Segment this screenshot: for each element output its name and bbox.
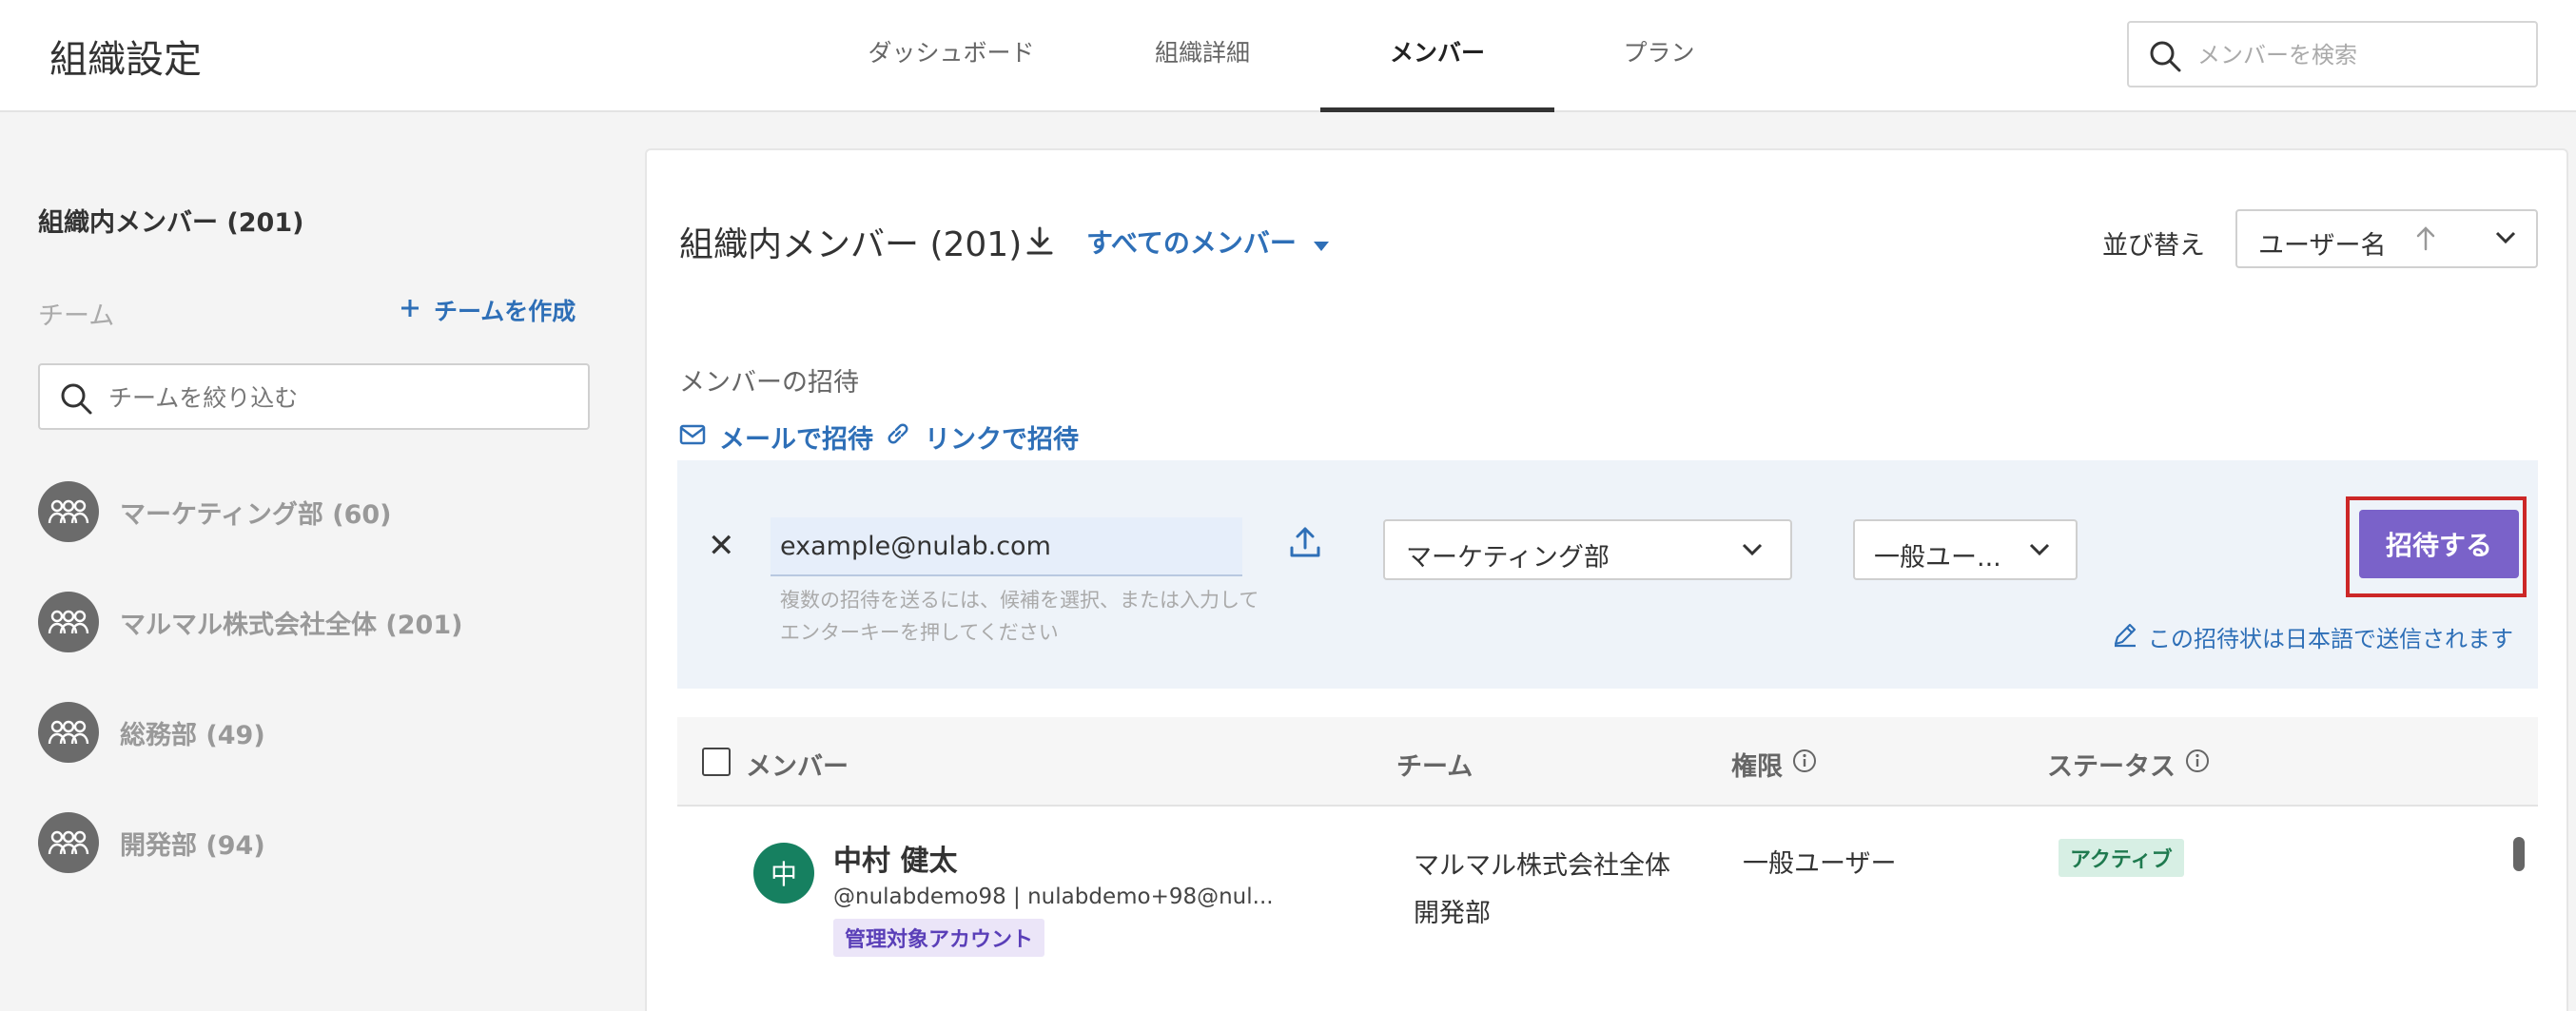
scrollbar-thumb[interactable] xyxy=(2513,837,2525,871)
team-name: マーケティング部 (60) xyxy=(120,499,392,530)
table-row[interactable]: 中 中村 健太 @nulabdemo98 | nulabdemo+98@nul.… xyxy=(677,808,2504,1011)
team-name: マルマル株式会社全体 (201) xyxy=(120,610,463,640)
invite-team-value: マーケティング部 xyxy=(1406,543,1610,573)
invite-section-heading: メンバーの招待 xyxy=(679,368,859,398)
sidebar-team-general-affairs[interactable]: 総務部 (49) xyxy=(38,702,265,763)
team-name: 開発部 (94) xyxy=(120,830,265,861)
invite-language-label: この招待状は日本語で送信されます xyxy=(2148,626,2513,652)
invite-team-select[interactable]: マーケティング部 xyxy=(1383,519,1792,580)
members-title: 組織内メンバー (201) xyxy=(679,225,1023,264)
members-table-header: メンバー チーム 権限 ステータス xyxy=(677,717,2538,807)
plus-icon xyxy=(400,297,420,324)
pencil-icon xyxy=(2112,621,2138,653)
invite-by-email-label: メールで招待 xyxy=(719,425,873,455)
sidebar: 組織内メンバー (201) チーム チームを作成 マーケティング部 (60) マ… xyxy=(0,114,628,1011)
invite-language-note[interactable]: この招待状は日本語で送信されます xyxy=(2112,620,2513,653)
upload-icon[interactable] xyxy=(1288,525,1322,563)
member-username-email: @nulabdemo98 | nulabdemo+98@nul... xyxy=(833,885,1274,909)
sidebar-team-development[interactable]: 開発部 (94) xyxy=(38,812,265,873)
info-icon[interactable] xyxy=(2185,749,2210,780)
sort-select[interactable]: ユーザー名 xyxy=(2235,209,2538,268)
chevron-down-icon xyxy=(1741,542,1764,561)
members-card: 組織内メンバー (201) すべてのメンバー 並び替え ユーザー名 メンバーの招… xyxy=(645,148,2568,1011)
tab-dashboard[interactable]: ダッシュボード xyxy=(818,0,1084,112)
link-icon xyxy=(885,420,911,454)
column-header-status[interactable]: ステータス xyxy=(2047,746,2210,783)
member-teams: マルマル株式会社全体 開発部 xyxy=(1414,843,1670,938)
tab-plan[interactable]: プラン xyxy=(1554,0,1764,112)
invite-form-panel: ✕ 複数の招待を送るには、候補を選択、または入力してエンターキーを押してください… xyxy=(677,460,2538,689)
team-filter-input[interactable] xyxy=(108,379,565,417)
table-scrollbar[interactable] xyxy=(2508,808,2527,1011)
column-header-team[interactable]: チーム xyxy=(1396,746,1473,783)
main-tabs: ダッシュボード 組織詳細 メンバー プラン xyxy=(818,0,1764,112)
member-filter-dropdown[interactable]: すべてのメンバー xyxy=(1086,223,1329,261)
tab-members[interactable]: メンバー xyxy=(1320,0,1554,112)
column-header-member[interactable]: メンバー xyxy=(746,746,849,783)
search-icon xyxy=(59,381,93,419)
top-header: 組織設定 ダッシュボード 組織詳細 メンバー プラン xyxy=(0,0,2576,112)
info-icon[interactable] xyxy=(1792,749,1817,780)
invite-email-hint: 複数の招待を送るには、候補を選択、または入力してエンターキーを押してください xyxy=(780,589,1259,644)
member-search-box[interactable] xyxy=(2127,21,2538,87)
arrow-up-icon xyxy=(2414,224,2437,257)
member-search-input[interactable] xyxy=(2197,36,2521,74)
team-filter-box[interactable] xyxy=(38,363,590,430)
column-header-team-label: チーム xyxy=(1396,752,1473,782)
sidebar-team-marketing[interactable]: マーケティング部 (60) xyxy=(38,481,392,542)
column-header-role[interactable]: 権限 xyxy=(1731,746,1817,783)
invite-by-link-label: リンクで招待 xyxy=(925,425,1079,455)
team-group-icon xyxy=(38,592,99,652)
sidebar-team-company-wide[interactable]: マルマル株式会社全体 (201) xyxy=(38,592,462,652)
member-name: 中村 健太 xyxy=(833,845,958,878)
invite-email-input[interactable] xyxy=(771,517,1242,576)
caret-down-icon xyxy=(1313,226,1329,258)
sort-value: ユーザー名 xyxy=(2258,231,2387,261)
column-header-role-label: 権限 xyxy=(1731,752,1783,782)
column-header-status-label: ステータス xyxy=(2047,752,2176,782)
team-name: 総務部 (49) xyxy=(120,720,265,750)
invite-by-link-link[interactable]: リンクで招待 xyxy=(885,418,1079,456)
search-icon xyxy=(2148,39,2182,77)
close-icon[interactable]: ✕ xyxy=(708,527,735,565)
member-filter-label: すべてのメンバー xyxy=(1086,227,1297,259)
invite-button[interactable]: 招待する xyxy=(2359,510,2519,578)
sidebar-org-members[interactable]: 組織内メンバー (201) xyxy=(38,202,303,239)
team-group-icon xyxy=(38,812,99,873)
create-team-button[interactable]: チームを作成 xyxy=(400,293,576,327)
invite-role-select[interactable]: 一般ユー... xyxy=(1853,519,2078,580)
invite-by-email-link[interactable]: メールで招待 xyxy=(679,418,873,456)
managed-account-badge: 管理対象アカウント xyxy=(833,919,1045,957)
tab-organization-details[interactable]: 組織詳細 xyxy=(1084,0,1320,112)
member-team-item: 開発部 xyxy=(1414,899,1491,928)
team-group-icon xyxy=(38,481,99,542)
invite-role-value: 一般ユー... xyxy=(1874,543,2001,573)
member-team-item: マルマル株式会社全体 xyxy=(1414,851,1670,881)
team-group-icon xyxy=(38,702,99,763)
page-title: 組織設定 xyxy=(49,38,202,82)
avatar: 中 xyxy=(753,843,814,904)
column-header-member-label: メンバー xyxy=(746,752,849,782)
mail-icon xyxy=(679,422,706,452)
sort-label: 並び替え xyxy=(2102,231,2205,261)
download-icon[interactable] xyxy=(1024,224,1056,261)
status-badge: アクティブ xyxy=(2059,839,2184,877)
chevron-down-icon xyxy=(2494,230,2517,249)
create-team-label: チームを作成 xyxy=(434,298,576,325)
member-role: 一般ユーザー xyxy=(1743,849,1897,879)
sidebar-team-heading: チーム xyxy=(38,301,115,331)
chevron-down-icon xyxy=(2028,542,2051,561)
select-all-checkbox[interactable] xyxy=(702,748,731,776)
invite-method-links: メールで招待 リンクで招待 xyxy=(679,418,1079,456)
